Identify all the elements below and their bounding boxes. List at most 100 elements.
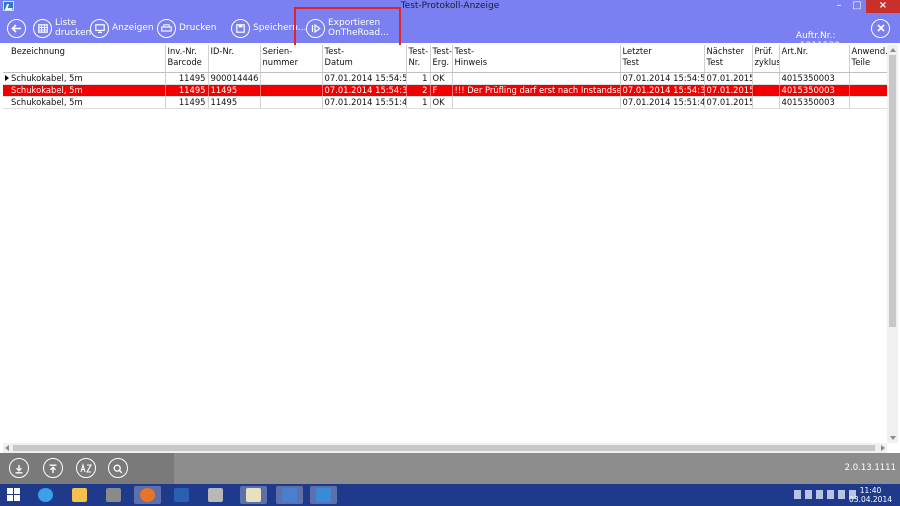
internet-explorer-icon[interactable]	[32, 486, 59, 504]
table-cell[interactable]: 1	[406, 96, 431, 109]
show-button[interactable]: Anzeigen	[90, 13, 154, 43]
horizontal-scrollbar[interactable]	[3, 443, 887, 453]
table-cell[interactable]	[452, 96, 621, 109]
table-cell[interactable]: F	[430, 84, 453, 97]
table-cell[interactable]: 07.01.2014 15:51:40	[322, 96, 407, 109]
table-cell[interactable]: 4015350003	[779, 84, 850, 97]
table-row[interactable]: Schukokabel, 5m 11495 11495 07.01.2014 15:5…	[3, 96, 887, 109]
print-button[interactable]: Drucken	[157, 13, 216, 43]
scroll-down-arrow-icon[interactable]	[890, 436, 896, 440]
table-cell[interactable]	[752, 84, 780, 97]
tray-up-icon[interactable]	[805, 490, 812, 499]
scroll-right-arrow-icon[interactable]	[881, 445, 885, 451]
sort-button[interactable]	[76, 458, 96, 478]
table-cell[interactable]: 4015350003	[779, 72, 850, 85]
table-cell[interactable]	[752, 72, 780, 85]
column-header[interactable]: Inv.-Nr. Barcode	[165, 45, 209, 73]
table-cell[interactable]	[752, 96, 780, 109]
table-cell[interactable]: 07.01.2014 15:54:52	[322, 72, 407, 85]
minimize-button[interactable]: –	[830, 0, 848, 13]
test-protocol-app-icon[interactable]	[310, 486, 337, 504]
column-header[interactable]: Anwend. Teile	[849, 45, 887, 73]
table-cell[interactable]: 11495	[208, 84, 261, 97]
table-cell[interactable]: 11495	[165, 72, 209, 85]
firefox-icon[interactable]	[134, 486, 161, 504]
tray-network-icon[interactable]	[816, 490, 823, 499]
media-icon[interactable]	[100, 486, 127, 504]
table-cell[interactable]	[849, 84, 887, 97]
windows-start-icon[interactable]	[7, 488, 21, 502]
column-header[interactable]: Letzter Test	[620, 45, 705, 73]
taskbar-clock[interactable]: 11:40 03.04.2014	[849, 486, 892, 504]
column-header[interactable]: Nächster Test	[704, 45, 753, 73]
table-cell[interactable]: 07.01.2014 15:51:40	[620, 96, 705, 109]
app-window: Test-Protokoll-Anzeige – □ × Liste druck…	[0, 0, 900, 506]
column-header[interactable]: Test- Erg.	[430, 45, 453, 73]
table-cell[interactable]: 07.01.2014 15:54:31	[322, 84, 407, 97]
column-header-line2: Datum	[324, 56, 353, 67]
table-cell[interactable]: 2	[406, 84, 431, 97]
table-row[interactable]: Schukokabel, 5m 11495 900014446 07.01.2014 …	[3, 72, 887, 85]
window-title: Test-Protokoll-Anzeige	[400, 1, 500, 11]
table-cell[interactable]	[260, 96, 323, 109]
close-view-button[interactable]	[871, 13, 890, 43]
tray-volume-icon[interactable]	[838, 490, 845, 499]
test-protocol-grid[interactable]: Bezeichnung Inv.-Nr. Barcode ID-Nr. Serien-n…	[3, 45, 887, 443]
table-cell[interactable]	[452, 72, 621, 85]
column-header[interactable]: ID-Nr.	[208, 45, 261, 73]
table-cell[interactable]	[260, 84, 323, 97]
file-explorer-icon[interactable]	[66, 486, 93, 504]
table-cell[interactable]: 07.01.2014 15:54:52	[620, 72, 705, 85]
column-header[interactable]: Bezeichnung	[9, 45, 166, 73]
table-cell[interactable]: OK	[430, 72, 453, 85]
table-cell[interactable]: !!! Der Prüfling darf erst nach Instands…	[452, 84, 621, 97]
column-header[interactable]: Prüf. zyklus	[752, 45, 780, 73]
column-header[interactable]: Serien-nummer	[260, 45, 323, 73]
table-cell[interactable]	[849, 72, 887, 85]
upload-icon	[48, 459, 58, 478]
table-cell[interactable]: 07.01.2014 15:54:31	[620, 84, 705, 97]
table-cell[interactable]: 1	[406, 72, 431, 85]
save-button[interactable]: Speichern...	[231, 13, 306, 43]
search-button[interactable]	[108, 458, 128, 478]
table-cell[interactable]: OK	[430, 96, 453, 109]
back-button[interactable]	[7, 13, 26, 43]
table-cell[interactable]: Schukokabel, 5m	[9, 84, 166, 97]
table-cell[interactable]: Schukokabel, 5m	[9, 96, 166, 109]
maximize-button[interactable]: □	[848, 0, 866, 13]
table-row[interactable]: Schukokabel, 5m 11495 11495 07.01.2014 15:5…	[3, 84, 887, 97]
column-header[interactable]: Test- Nr.	[406, 45, 431, 73]
table-cell[interactable]: 11495	[208, 96, 261, 109]
vertical-scroll-thumb[interactable]	[889, 55, 896, 327]
upload-button[interactable]	[43, 458, 63, 478]
horizontal-scroll-thumb[interactable]	[13, 445, 875, 451]
scroll-up-arrow-icon[interactable]	[890, 48, 896, 52]
import-button[interactable]	[9, 458, 29, 478]
settings-icon[interactable]	[276, 486, 303, 504]
table-cell[interactable]: 4015350003	[779, 96, 850, 109]
editor-icon[interactable]	[240, 486, 267, 504]
table-cell[interactable]: Schukokabel, 5m	[9, 72, 166, 85]
tools-icon[interactable]	[202, 486, 229, 504]
sort-az-icon	[80, 459, 92, 478]
column-header[interactable]: Test- Hinweis	[452, 45, 621, 73]
table-cell[interactable]	[849, 96, 887, 109]
table-cell[interactable]: 07.01.2015	[704, 96, 753, 109]
table-cell[interactable]	[260, 72, 323, 85]
table-cell[interactable]: 11495	[165, 84, 209, 97]
table-cell[interactable]: 900014446	[208, 72, 261, 85]
export-ontheroad-button[interactable]: Exportieren OnTheRoad...	[306, 13, 389, 43]
table-cell[interactable]: 07.01.2015	[704, 84, 753, 97]
window-close-button[interactable]: ×	[866, 0, 900, 13]
scroll-left-arrow-icon[interactable]	[5, 445, 9, 451]
column-header[interactable]: Test- Datum	[322, 45, 407, 73]
table-cell[interactable]: 07.01.2015	[704, 72, 753, 85]
word-icon[interactable]	[168, 486, 195, 504]
bottom-bar: 2.0.13.1111	[0, 453, 900, 484]
tray-battery-icon[interactable]	[827, 490, 834, 499]
print-list-button[interactable]: Liste drucken	[33, 13, 91, 43]
vertical-scrollbar[interactable]	[887, 45, 898, 443]
column-header[interactable]: Art.Nr.	[779, 45, 850, 73]
table-cell[interactable]: 11495	[165, 96, 209, 109]
tray-flag-icon[interactable]	[794, 490, 801, 499]
